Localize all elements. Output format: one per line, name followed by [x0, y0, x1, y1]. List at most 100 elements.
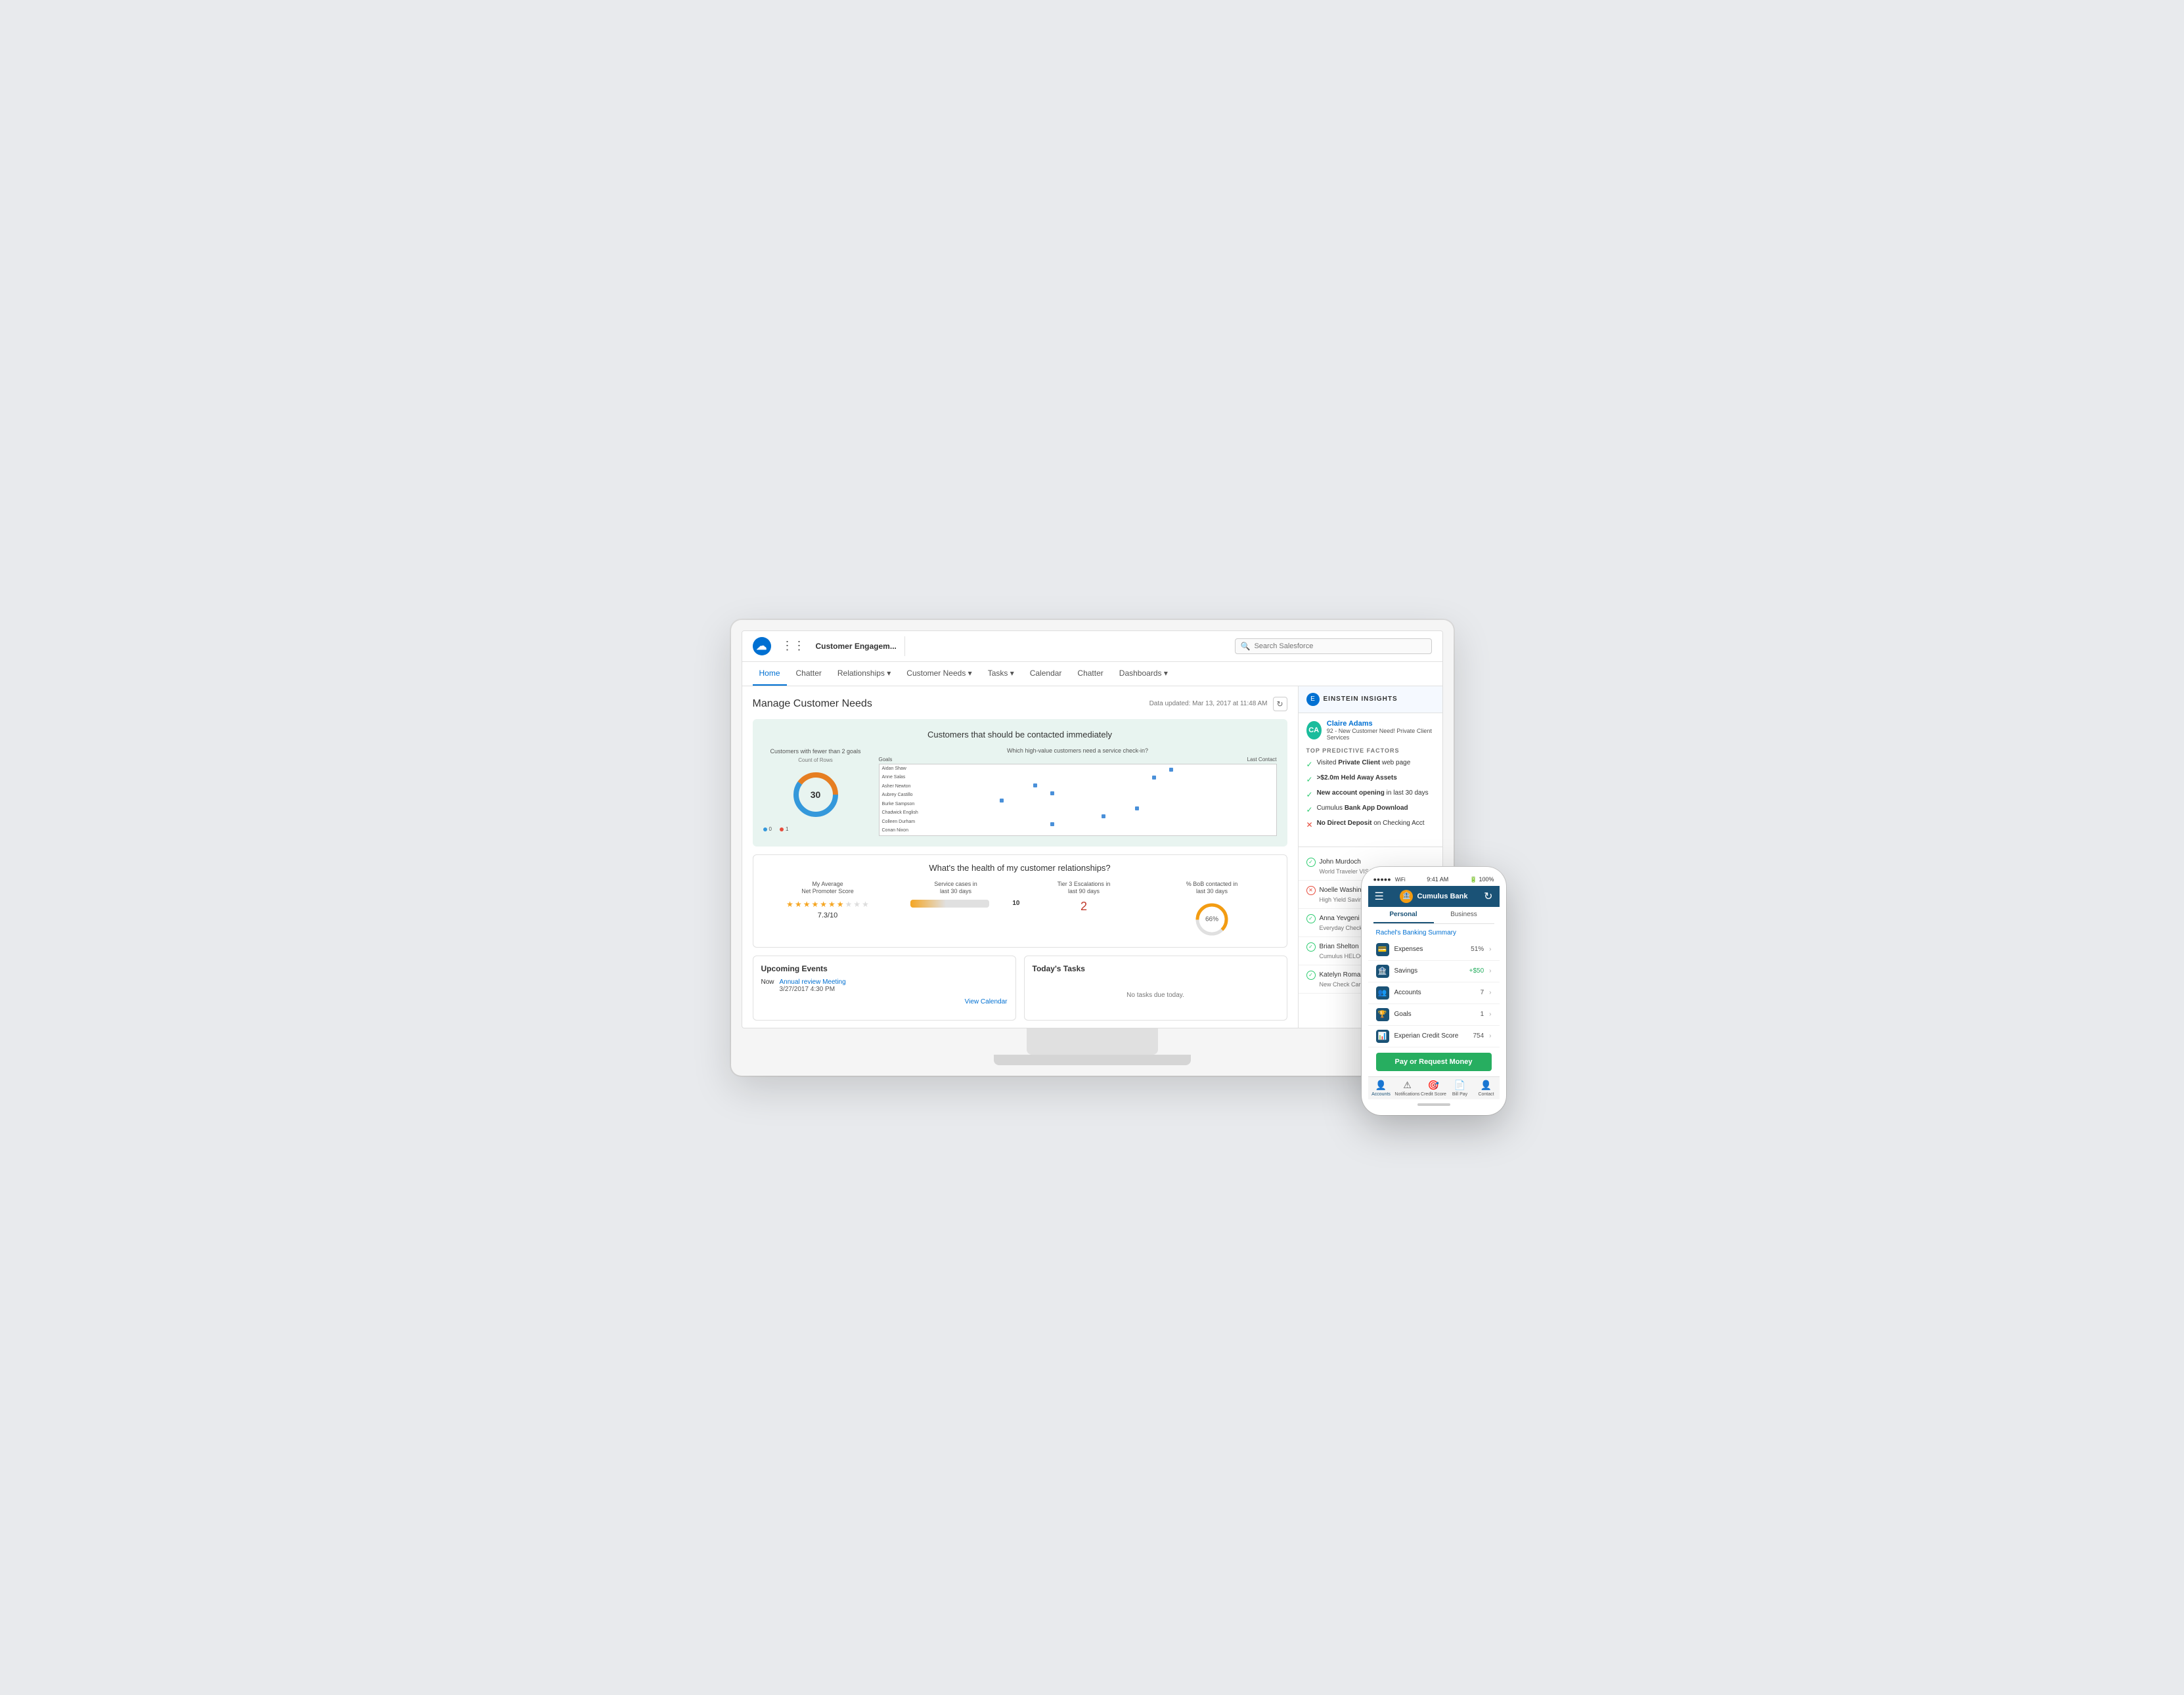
bottom-nav-billpay[interactable]: 📄 Bill Pay — [1447, 1080, 1473, 1097]
check-icon: ✓ — [1306, 775, 1313, 784]
main-nav: Home Chatter Relationships ▾ Customer Ne… — [742, 662, 1442, 686]
nav-item-chatter[interactable]: Chatter — [790, 662, 828, 686]
metric-credit[interactable]: 📊 Experian Credit Score 754 › — [1368, 1026, 1500, 1047]
tab-personal[interactable]: Personal — [1373, 907, 1434, 923]
monitor-base — [994, 1055, 1191, 1065]
donut-section: Customers with fewer than 2 goals Count … — [763, 748, 868, 835]
legend-dot-0 — [763, 827, 767, 831]
factor-4: ✓ Cumulus Bank App Download — [1306, 804, 1435, 814]
nav-item-tasks[interactable]: Tasks ▾ — [981, 662, 1021, 686]
monitor-stand — [1027, 1028, 1158, 1055]
person-name[interactable]: Claire Adams — [1327, 720, 1435, 728]
legend-item-1: 1 — [780, 826, 788, 832]
hamburger-icon[interactable]: ☰ — [1375, 890, 1384, 903]
metric-nps: My AverageNet Promoter Score ★ ★ ★ ★ ★ ★ — [764, 881, 892, 939]
pay-request-button[interactable]: Pay or Request Money — [1376, 1053, 1492, 1071]
phone-status-bar: ●●●●● WiFi 9:41 AM 🔋 100% — [1368, 873, 1500, 886]
accounts-value: 7 — [1481, 989, 1484, 996]
search-bar[interactable]: 🔍 — [1235, 638, 1432, 654]
metric-bob-label: % BoB contacted inlast 30 days — [1148, 881, 1276, 896]
contact-status-green: ✓ — [1306, 971, 1316, 980]
metric-goals[interactable]: 🏆 Goals 1 › — [1368, 1004, 1500, 1026]
search-input[interactable] — [1254, 642, 1425, 650]
savings-label: Savings — [1394, 967, 1464, 975]
savings-value: +$50 — [1469, 967, 1484, 975]
check-icon: ✓ — [1306, 805, 1313, 814]
nav-item-customer-needs[interactable]: Customer Needs ▾ — [900, 662, 978, 686]
chart-section: Customers that should be contacted immed… — [753, 719, 1287, 847]
event-link[interactable]: Annual review Meeting — [780, 979, 846, 986]
bottom-nav-accounts[interactable]: 👤 Accounts — [1368, 1080, 1394, 1097]
chevron-right-icon: › — [1489, 967, 1491, 975]
donut-label: Customers with fewer than 2 goals — [763, 748, 868, 755]
battery-indicator: 🔋 100% — [1470, 876, 1494, 883]
expenses-value: 51% — [1471, 946, 1484, 953]
phone-signals: ●●●●● WiFi — [1373, 876, 1406, 883]
progress-fill — [910, 900, 946, 908]
chevron-right-icon: › — [1489, 989, 1491, 996]
accounts-nav-icon: 👤 — [1375, 1080, 1387, 1091]
factor-5: ✕ No Direct Deposit on Checking Acct — [1306, 820, 1435, 829]
event-item: Now Annual review Meeting 3/27/2017 4:30… — [761, 979, 1008, 993]
scatter-axis-labels: Goals Last Contact — [879, 757, 1277, 762]
content-header: Manage Customer Needs Data updated: Mar … — [753, 697, 1287, 711]
factor-2: ✓ >$2.0m Held Away Assets — [1306, 774, 1435, 784]
refresh-icon[interactable]: ↻ — [1484, 890, 1492, 903]
nav-item-relationships[interactable]: Relationships ▾ — [831, 662, 897, 686]
app-grid-icon[interactable]: ⋮⋮ — [782, 639, 805, 653]
scatter-names: Aidan Shaw Anne Salas Asher Newton Aubre… — [882, 764, 918, 835]
progress-bar-container: 10 — [892, 900, 1020, 908]
contact-status-green: ✓ — [1306, 858, 1316, 867]
home-indicator[interactable] — [1417, 1103, 1450, 1106]
view-calendar-link[interactable]: View Calendar — [761, 998, 1008, 1005]
factor-3: ✓ New account opening in last 30 days — [1306, 789, 1435, 799]
tasks-title: Today's Tasks — [1033, 964, 1279, 973]
chevron-right-icon: › — [1489, 1032, 1491, 1040]
phone-bottom-nav: 👤 Accounts ⚠ Notifications 🎯 Credit Scor… — [1368, 1076, 1500, 1099]
metric-esc-label: Tier 3 Escalations inlast 90 days — [1020, 881, 1148, 896]
credit-nav-icon: 🎯 — [1428, 1080, 1439, 1091]
phone-summary-title: Rachel's Banking Summary — [1368, 924, 1500, 939]
nav-item-dashboards[interactable]: Dashboards ▾ — [1113, 662, 1174, 686]
einstein-icon: E — [1306, 693, 1320, 706]
nav-item-home[interactable]: Home — [753, 662, 787, 686]
metric-expenses[interactable]: 💳 Expenses 51% › — [1368, 939, 1500, 961]
scatter-section: Which high-value customers need a servic… — [879, 747, 1277, 836]
app-name: Customer Engagem... — [816, 636, 905, 656]
expenses-icon: 💳 — [1376, 943, 1389, 956]
person-avatar: CA — [1306, 721, 1322, 739]
bottom-nav-credit[interactable]: 🎯 Credit Score — [1421, 1080, 1447, 1097]
bank-name: Cumulus Bank — [1417, 892, 1467, 900]
topbar: ☁ ⋮⋮ Customer Engagem... 🔍 — [742, 631, 1442, 662]
nav-item-chatter2[interactable]: Chatter — [1071, 662, 1109, 686]
scatter-dot — [1033, 783, 1037, 787]
bob-gauge: 66% — [1192, 900, 1232, 939]
chevron-right-icon: › — [1489, 946, 1491, 953]
event-time: Now — [761, 979, 774, 993]
bottom-nav-notifications[interactable]: ⚠ Notifications — [1394, 1080, 1421, 1097]
metric-savings[interactable]: 🏦 Savings +$50 › — [1368, 961, 1500, 982]
nav-item-calendar[interactable]: Calendar — [1023, 662, 1069, 686]
events-box: Upcoming Events Now Annual review Meetin… — [753, 956, 1016, 1021]
salesforce-logo[interactable]: ☁ — [753, 637, 771, 655]
bottom-nav-contact[interactable]: 👤 Contact — [1473, 1080, 1500, 1097]
contact-name: John Murdoch — [1320, 858, 1361, 866]
metric-service: Service cases inlast 30 days 10 — [892, 881, 1020, 939]
metric-accounts[interactable]: 👥 Accounts 7 › — [1368, 982, 1500, 1004]
billpay-icon: 📄 — [1454, 1080, 1465, 1091]
refresh-icon[interactable]: ↻ — [1273, 697, 1287, 711]
x-icon: ✕ — [1306, 820, 1313, 829]
scatter-x-label: Last Contact — [1247, 757, 1277, 762]
legend-dot-1 — [780, 827, 784, 831]
scatter-dot — [1050, 791, 1054, 795]
tab-business[interactable]: Business — [1434, 907, 1494, 923]
einstein-title: EINSTEIN INSIGHTS — [1324, 695, 1398, 703]
stars-row: ★ ★ ★ ★ ★ ★ ★ ★ ★ ★ — [764, 900, 892, 909]
expenses-label: Expenses — [1394, 946, 1466, 953]
factor-1: ✓ Visited Private Client web page — [1306, 759, 1435, 769]
check-icon: ✓ — [1306, 790, 1313, 799]
goals-value: 1 — [1481, 1011, 1484, 1018]
metric-nps-label: My AverageNet Promoter Score — [764, 881, 892, 896]
scatter-dot — [1152, 776, 1156, 780]
nps-score: 7.3/10 — [764, 912, 892, 919]
